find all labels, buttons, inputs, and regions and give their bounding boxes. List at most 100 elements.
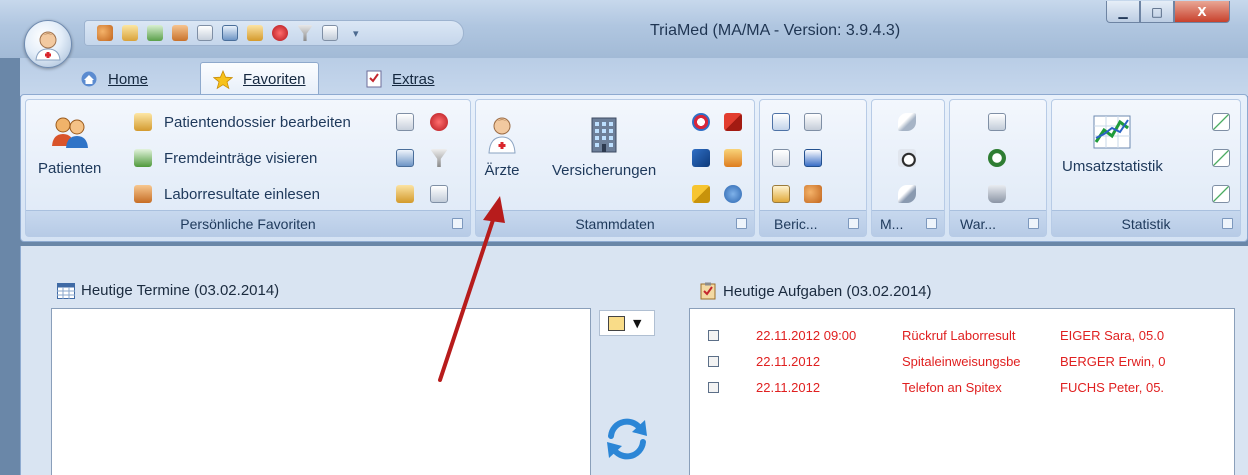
tag-icon[interactable] bbox=[247, 25, 263, 41]
laborresultate-einlesen-button[interactable]: Laborresultate einlesen bbox=[134, 185, 320, 203]
customize-toolbar-chevron-icon[interactable]: ▾ bbox=[353, 27, 359, 40]
task-date: 22.11.2012 bbox=[756, 354, 821, 369]
dialog-launcher-icon[interactable] bbox=[1222, 218, 1233, 229]
report-icon[interactable] bbox=[430, 185, 448, 203]
dialog-launcher-icon[interactable] bbox=[848, 218, 859, 229]
clock-icon[interactable] bbox=[988, 149, 1006, 167]
chart-small-icon[interactable] bbox=[1212, 113, 1230, 131]
group-label-persoenliche-favoriten: Persönliche Favoriten bbox=[26, 210, 470, 236]
new-report-icon[interactable] bbox=[772, 113, 790, 131]
calendar-icon[interactable] bbox=[396, 149, 414, 167]
blank-report-icon[interactable] bbox=[772, 149, 790, 167]
dialog-launcher-icon[interactable] bbox=[736, 218, 747, 229]
word-report-icon[interactable] bbox=[804, 149, 822, 167]
lab-report-icon[interactable] bbox=[772, 185, 790, 203]
task-checkbox[interactable] bbox=[708, 356, 719, 367]
tag-icon[interactable] bbox=[396, 185, 414, 203]
cube-red-icon[interactable] bbox=[724, 113, 742, 131]
window-title: TriaMed (MA/MA - Version: 3.9.4.3) bbox=[650, 22, 901, 39]
close-button[interactable]: X bbox=[1174, 1, 1230, 23]
patienten-button[interactable]: Patienten bbox=[38, 114, 101, 177]
tab-home-label: Home bbox=[108, 70, 149, 88]
lifebuoy-icon[interactable] bbox=[692, 113, 710, 131]
task-row[interactable]: 22.11.2012 09:00 Rückruf Laborresult EIG… bbox=[690, 325, 1220, 347]
quick-access-toolbar: ▾ bbox=[84, 20, 464, 46]
window-controls: ▁ □ X bbox=[1106, 1, 1230, 23]
filter-icon[interactable] bbox=[430, 149, 448, 167]
tab-home[interactable]: Home bbox=[68, 62, 160, 96]
heart-icon[interactable] bbox=[430, 113, 448, 131]
patients-report-icon[interactable] bbox=[804, 185, 822, 203]
chart-small-icon[interactable] bbox=[1212, 185, 1230, 203]
termine-title-text: Heutige Termine (03.02.2014) bbox=[81, 282, 280, 299]
home-icon bbox=[81, 71, 97, 87]
dialog-launcher-icon[interactable] bbox=[1028, 218, 1039, 229]
chevron-down-icon: ▼ bbox=[633, 316, 642, 330]
car-icon[interactable] bbox=[692, 149, 710, 167]
task-row[interactable]: 22.11.2012 Spitaleinweisungsbe BERGER Er… bbox=[690, 351, 1220, 373]
filter-icon[interactable] bbox=[297, 25, 313, 41]
visa-icon[interactable] bbox=[147, 25, 163, 41]
aerzte-button[interactable]: Ärzte bbox=[484, 114, 520, 179]
syringe-icon[interactable] bbox=[898, 113, 916, 131]
calendar-grid-icon bbox=[57, 282, 75, 299]
doctor-icon bbox=[488, 117, 516, 154]
report-icon[interactable] bbox=[988, 113, 1006, 131]
task-row[interactable]: 22.11.2012 Telefon an Spitex FUCHS Peter… bbox=[690, 377, 1220, 399]
maximize-button[interactable]: □ bbox=[1140, 1, 1174, 23]
report-icon[interactable] bbox=[322, 25, 338, 41]
lab-icon[interactable] bbox=[172, 25, 188, 41]
syringe-table-icon[interactable] bbox=[898, 185, 916, 203]
syringe-vaccine-icon[interactable] bbox=[898, 149, 916, 167]
group-label-text: Beric... bbox=[774, 215, 818, 232]
termine-title: Heutige Termine (03.02.2014) bbox=[57, 282, 279, 299]
application-menu-button[interactable] bbox=[24, 20, 72, 68]
task-patient: BERGER Erwin, 0 bbox=[1060, 354, 1166, 369]
minimize-button[interactable]: ▁ bbox=[1106, 1, 1140, 23]
home-small-icon[interactable] bbox=[724, 185, 742, 203]
color-swatch bbox=[608, 315, 625, 331]
refresh-icon[interactable] bbox=[603, 414, 651, 462]
aerzte-label: Ärzte bbox=[484, 162, 520, 179]
title-bar: ▾ TriaMed (MA/MA - Version: 3.9.4.3) ▁ □… bbox=[0, 0, 1248, 68]
group-label-text: Statistik bbox=[1121, 215, 1171, 232]
ribbon-panel: Patienten Patientendossier bearbeiten Fr… bbox=[20, 94, 1248, 242]
patients-icon[interactable] bbox=[97, 25, 113, 41]
dialog-launcher-icon[interactable] bbox=[452, 218, 463, 229]
tab-extras[interactable]: Extras bbox=[354, 62, 447, 96]
color-filter-dropdown[interactable]: ▼ bbox=[599, 310, 655, 336]
task-checkbox[interactable] bbox=[708, 330, 719, 341]
group-medis: M... bbox=[871, 99, 945, 237]
group-label-text: M... bbox=[880, 215, 904, 232]
fremdeintraege-visieren-label: Fremdeinträge visieren bbox=[164, 149, 318, 167]
group-statistik: Umsatzstatistik Statistik bbox=[1051, 99, 1241, 237]
printer-icon[interactable] bbox=[988, 185, 1006, 203]
versicherungen-button[interactable]: Versicherungen bbox=[552, 114, 656, 179]
task-subject: Rückruf Laborresult bbox=[902, 328, 1016, 343]
document-icon[interactable] bbox=[197, 25, 213, 41]
patientendossier-bearbeiten-button[interactable]: Patientendossier bearbeiten bbox=[134, 113, 351, 131]
task-checkbox[interactable] bbox=[708, 382, 719, 393]
group-label-text: Stammdaten bbox=[575, 215, 655, 232]
fremdeintraege-visieren-button[interactable]: Fremdeinträge visieren bbox=[134, 149, 317, 167]
tab-extras-label: Extras bbox=[392, 70, 435, 88]
versicherungen-label: Versicherungen bbox=[552, 162, 657, 179]
address-card-icon[interactable] bbox=[724, 149, 742, 167]
calendar-icon[interactable] bbox=[222, 25, 238, 41]
group-stammdaten: Ärzte Versicherungen Stammdaten bbox=[475, 99, 755, 237]
patientendossier-bearbeiten-label: Patientendossier bearbeiten bbox=[164, 113, 351, 131]
tab-favoriten[interactable]: Favoriten bbox=[200, 62, 319, 96]
dossier-icon[interactable] bbox=[122, 25, 138, 41]
heart-icon[interactable] bbox=[272, 25, 288, 41]
umsatzstatistik-button[interactable]: Umsatzstatistik bbox=[1062, 114, 1163, 175]
dossier-icon bbox=[134, 113, 152, 131]
aufgaben-list[interactable]: 22.11.2012 09:00 Rückruf Laborresult EIG… bbox=[689, 308, 1235, 475]
document-icon[interactable] bbox=[396, 113, 414, 131]
workspace: Heutige Termine (03.02.2014) ▼ Heutige A… bbox=[20, 246, 1248, 475]
termine-list[interactable] bbox=[51, 308, 591, 475]
lab-icon bbox=[134, 185, 152, 203]
preview-report-icon[interactable] bbox=[804, 113, 822, 131]
dialog-launcher-icon[interactable] bbox=[926, 218, 937, 229]
chart-small-icon[interactable] bbox=[1212, 149, 1230, 167]
cube-yellow-icon[interactable] bbox=[692, 185, 710, 203]
